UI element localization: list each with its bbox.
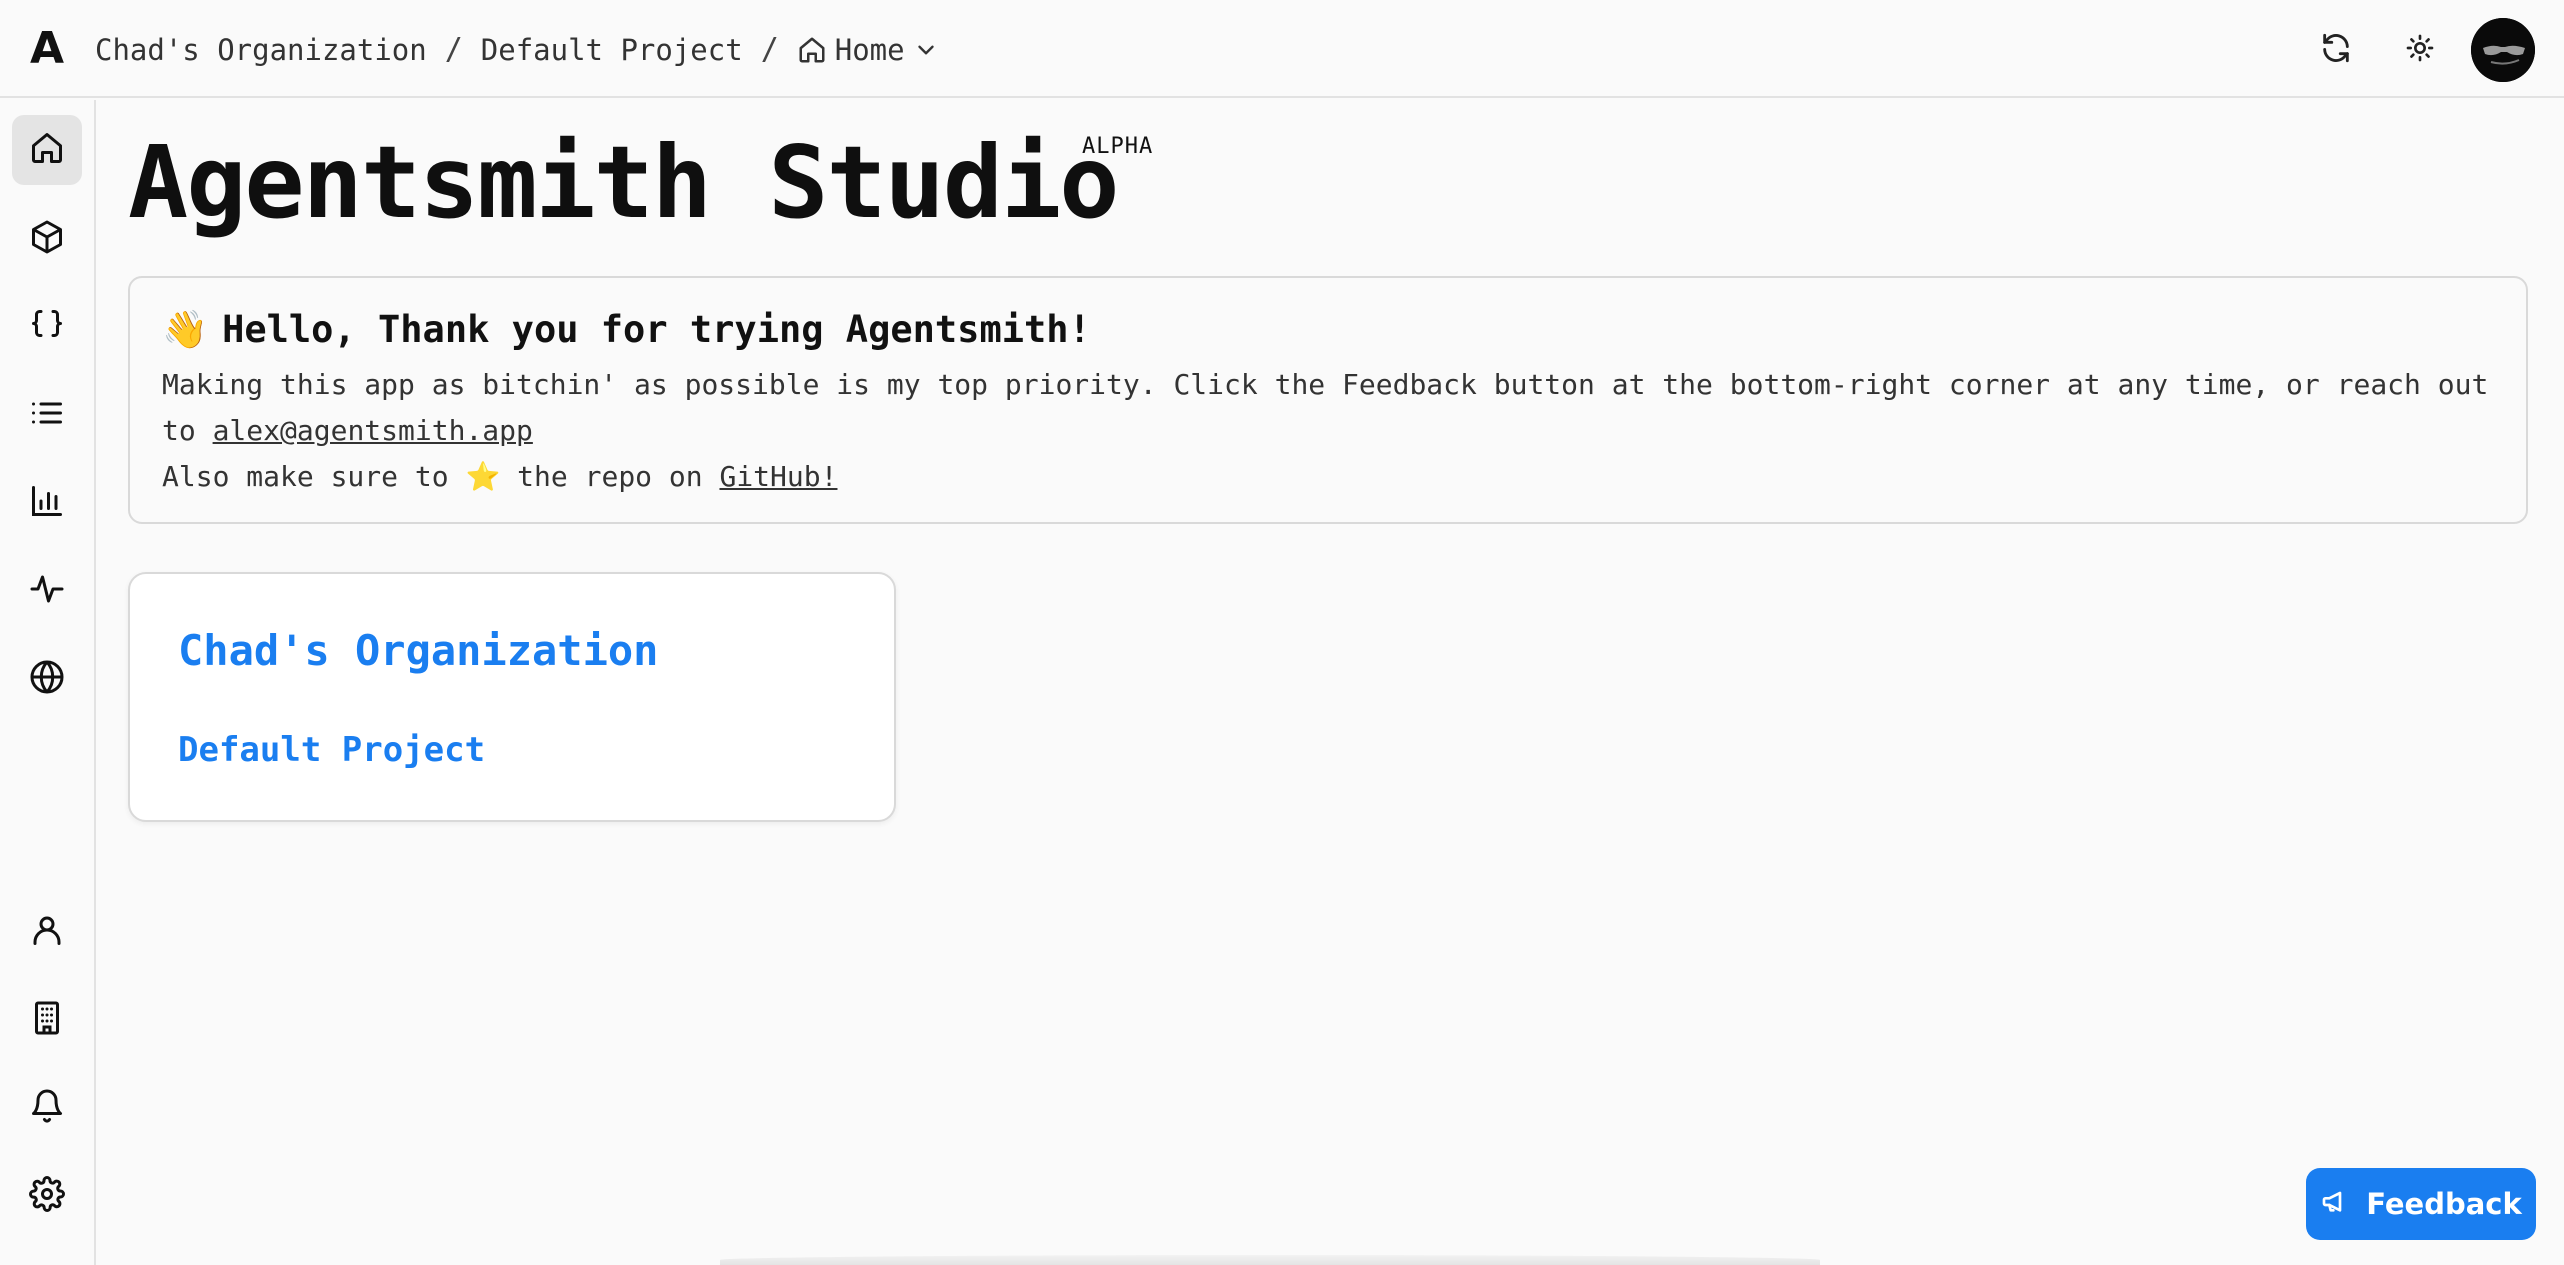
welcome-heading-text: Hello, Thank you for trying Agentsmith! <box>222 308 1091 351</box>
user-icon <box>29 912 65 952</box>
breadcrumb-separator: / <box>760 32 779 67</box>
avatar[interactable] <box>2471 18 2535 82</box>
home-icon <box>797 35 827 65</box>
star-icon: ⭐ <box>465 460 501 493</box>
breadcrumb: Chad's Organization / Default Project / … <box>95 30 939 70</box>
theme-toggle-icon[interactable] <box>2400 28 2440 68</box>
sidebar-item-global[interactable] <box>12 644 82 714</box>
breadcrumb-separator: / <box>444 32 463 67</box>
top-bar: A Chad's Organization / Default Project … <box>0 0 2564 98</box>
breadcrumb-page-label: Home <box>834 33 905 67</box>
bar-chart-icon <box>29 483 65 523</box>
alpha-badge: ALPHA <box>1082 134 1154 159</box>
page-title: Agentsmith Studio <box>128 124 1119 241</box>
sidebar-item-notifications[interactable] <box>12 1073 82 1143</box>
breadcrumb-organization[interactable]: Chad's Organization <box>95 30 427 70</box>
braces-icon <box>29 307 65 347</box>
sidebar-item-home[interactable] <box>12 115 82 185</box>
box-icon <box>29 219 65 259</box>
gear-icon <box>29 1176 65 1216</box>
welcome-message: Making this app as bitchin' as possible … <box>162 362 2494 454</box>
github-link[interactable]: GitHub! <box>719 460 837 493</box>
sidebar-item-models[interactable] <box>12 204 82 274</box>
organization-link[interactable]: Chad's Organization <box>178 626 658 676</box>
bell-icon <box>29 1088 65 1128</box>
sidebar <box>0 100 96 1265</box>
project-link[interactable]: Default Project <box>178 730 485 770</box>
waving-hand-icon: 👋 <box>162 308 209 351</box>
email-link[interactable]: alex@agentsmith.app <box>213 414 533 447</box>
sidebar-item-account[interactable] <box>12 897 82 967</box>
welcome-heading: 👋 Hello, Thank you for trying Agentsmith… <box>162 308 2494 352</box>
list-icon <box>29 395 65 435</box>
sidebar-item-list[interactable] <box>12 380 82 450</box>
sidebar-item-metrics[interactable] <box>12 468 82 538</box>
activity-icon <box>29 571 65 611</box>
megaphone-icon <box>2320 1185 2352 1224</box>
home-icon <box>29 130 65 170</box>
breadcrumb-page-dropdown[interactable]: Home <box>797 30 939 70</box>
breadcrumb-project[interactable]: Default Project <box>481 30 743 70</box>
feedback-button[interactable]: Feedback <box>2306 1168 2536 1240</box>
github-message-mid: the repo on <box>500 460 720 493</box>
bottom-shadow <box>720 1255 1820 1265</box>
github-message: Also make sure to ⭐ the repo on GitHub! <box>162 454 2494 500</box>
building-icon <box>29 1000 65 1040</box>
organization-card: Chad's Organization Default Project <box>128 572 896 822</box>
sidebar-item-organization[interactable] <box>12 985 82 1055</box>
chevron-down-icon <box>913 37 939 63</box>
github-message-prefix: Also make sure to <box>162 460 466 493</box>
feedback-label: Feedback <box>2366 1187 2522 1221</box>
app-logo[interactable]: A <box>30 24 64 74</box>
sidebar-item-variables[interactable] <box>12 292 82 362</box>
welcome-card: 👋 Hello, Thank you for trying Agentsmith… <box>128 276 2528 524</box>
refresh-icon[interactable] <box>2316 28 2356 68</box>
globe-icon <box>29 659 65 699</box>
sidebar-item-settings[interactable] <box>12 1161 82 1231</box>
sidebar-item-activity[interactable] <box>12 556 82 626</box>
